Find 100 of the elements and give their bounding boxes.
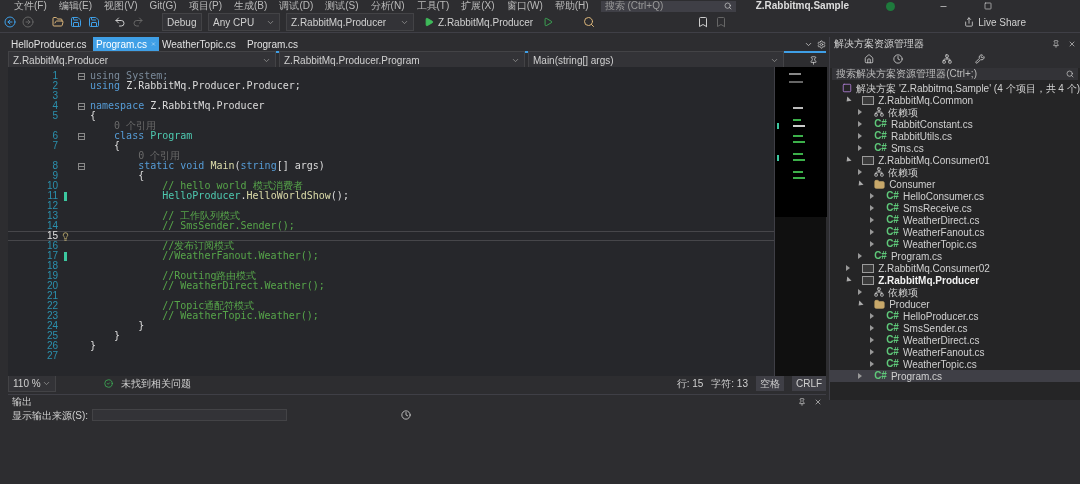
pin-icon[interactable] (798, 397, 807, 406)
lightbulb-icon[interactable] (60, 231, 70, 241)
editor-tab[interactable]: Program.cs (244, 37, 329, 51)
clock-icon[interactable] (401, 410, 412, 420)
tree-item[interactable]: Z.RabbitMq.Producer (830, 274, 1080, 286)
tree-item[interactable]: 依赖项 (830, 106, 1080, 118)
tree-item[interactable]: C# RabbitUtils.cs (830, 130, 1080, 142)
save-icon[interactable] (70, 16, 82, 28)
clock-icon[interactable] (893, 54, 904, 64)
live-share-button[interactable]: Live Share (964, 14, 1026, 30)
collapsed-arrow-icon[interactable] (858, 373, 863, 379)
startup-project-dropdown[interactable]: Z.RabbitMq.Producer (286, 13, 414, 31)
menu-item[interactable]: 调试(D) (279, 1, 314, 11)
close-icon[interactable] (1068, 39, 1076, 48)
tree-item[interactable]: C# HelloConsumer.cs (830, 190, 1080, 202)
editor-tab[interactable]: HelloProducer.cs (8, 37, 93, 51)
menu-item[interactable]: 扩展(X) (461, 1, 495, 11)
tree-item[interactable]: C# RabbitConstant.cs (830, 118, 1080, 130)
line-number: 12 (45, 201, 58, 211)
fold-toggle[interactable] (77, 132, 85, 140)
redo-icon[interactable] (132, 16, 144, 28)
line-number: 4 (51, 101, 58, 111)
menu-item[interactable]: 生成(B) (234, 1, 268, 11)
menu-item[interactable]: 帮助(H) (554, 1, 589, 11)
menu-item[interactable]: 工具(T) (416, 1, 450, 11)
code-line: using Z.RabbitMq.Producer.Producer; (90, 81, 301, 91)
tree-item[interactable]: C# WeatherDirect.cs (830, 214, 1080, 226)
collapsed-arrow-icon[interactable] (858, 169, 863, 175)
tree-view-icon[interactable] (942, 54, 953, 64)
settings-icon[interactable] (817, 40, 827, 49)
tree-item[interactable]: Z.RabbitMq.Common (830, 94, 1080, 106)
tree-item[interactable]: Z.RabbitMq.Consumer02 (830, 262, 1080, 274)
tree-item[interactable]: C# WeatherFanout.cs (830, 226, 1080, 238)
line-number: 5 (51, 111, 58, 121)
collapsed-arrow-icon[interactable] (858, 253, 863, 259)
find-icon[interactable] (583, 16, 596, 28)
menu-item[interactable]: Git(G) (149, 1, 177, 11)
tree-item[interactable]: Consumer (830, 178, 1080, 190)
menu-item[interactable]: 文件(F) (14, 1, 47, 11)
line-number: 24 (45, 321, 58, 331)
tree-item[interactable]: C# Sms.cs (830, 142, 1080, 154)
tree-item[interactable]: C# Program.cs (830, 250, 1080, 262)
maximize-icon[interactable] (984, 2, 992, 10)
csharp-file-icon: C# (874, 131, 887, 141)
search-field[interactable]: 搜索 (Ctrl+Q) (600, 0, 736, 12)
menu-item[interactable]: 测试(S) (325, 1, 359, 11)
search-field[interactable]: 搜索解决方案资源管理器(Ctrl+;) (832, 68, 1078, 80)
fold-toggle[interactable] (77, 72, 85, 80)
expanded-arrow-icon[interactable] (844, 156, 852, 164)
expanded-arrow-icon[interactable] (856, 300, 864, 308)
tab-list-icon[interactable] (804, 40, 814, 49)
panel-title: 解决方案资源管理器 (834, 37, 925, 51)
platform-dropdown[interactable]: Any CPU (208, 13, 280, 31)
csharp-file-icon: C# (886, 215, 899, 225)
column-position[interactable]: 字符: 13 (711, 375, 748, 391)
issues-status[interactable]: 未找到相关问题 (121, 375, 191, 391)
home-icon[interactable] (864, 54, 875, 64)
menu-item[interactable]: 项目(P) (188, 1, 223, 11)
tree-item[interactable]: Producer (830, 298, 1080, 310)
settings-icon[interactable] (975, 54, 986, 64)
menu-item[interactable]: 编辑(E) (58, 1, 93, 11)
fold-toggle[interactable] (77, 162, 85, 170)
tree-item[interactable]: C# SmsSender.cs (830, 322, 1080, 334)
tree-item[interactable]: 解决方案 'Z.Rabbitmq.Sample' (4 个项目，共 4 个) (830, 82, 1080, 94)
pin-icon[interactable] (1052, 39, 1060, 48)
line-position[interactable]: 行: 15 (676, 375, 704, 391)
split-icon[interactable] (809, 55, 818, 65)
expanded-arrow-icon[interactable] (844, 96, 852, 104)
expanded-arrow-icon[interactable] (844, 276, 852, 284)
menu-item[interactable]: 分析(N) (370, 1, 405, 11)
undo-icon[interactable] (114, 16, 126, 28)
tree-item[interactable]: C# WeatherFanout.cs (830, 346, 1080, 358)
tree-item[interactable]: C# Program.cs (830, 370, 1080, 382)
tree-item[interactable]: C# WeatherDirect.cs (830, 334, 1080, 346)
forward-icon[interactable] (22, 16, 34, 28)
tree-item[interactable]: C# SmsReceive.cs (830, 202, 1080, 214)
tree-item[interactable]: C# HelloProducer.cs (830, 310, 1080, 322)
save-all-icon[interactable] (88, 16, 100, 28)
search-icon (723, 2, 732, 10)
back-icon[interactable] (4, 16, 16, 28)
collapsed-arrow-icon[interactable] (846, 265, 851, 271)
menu-item[interactable]: 视图(V) (104, 1, 138, 11)
csharp-file-icon: C# (874, 143, 887, 153)
menu-item[interactable]: 窗口(W) (506, 1, 543, 11)
run-button[interactable]: Z.RabbitMq.Producer (420, 13, 538, 31)
bookmark-icon[interactable] (697, 16, 710, 28)
play-outline-icon[interactable] (543, 17, 554, 27)
tree-item[interactable]: Z.RabbitMq.Consumer01 (830, 154, 1080, 166)
collapsed-arrow-icon[interactable] (858, 289, 863, 295)
close-icon[interactable] (814, 397, 823, 406)
tree-item[interactable]: 依赖项 (830, 166, 1080, 178)
avatar[interactable] (886, 1, 895, 11)
code-line: static void Main(string[] args) (137, 161, 325, 171)
configuration-dropdown[interactable]: Debug (162, 13, 202, 31)
fold-toggle[interactable] (77, 102, 85, 110)
open-folder-icon[interactable] (52, 16, 64, 28)
expanded-arrow-icon[interactable] (856, 180, 864, 188)
tree-item[interactable]: C# WeatherTopic.cs (830, 238, 1080, 250)
editor-tab[interactable]: WeatherTopic.cs (159, 37, 244, 51)
tree-item[interactable]: 依赖项 (830, 286, 1080, 298)
